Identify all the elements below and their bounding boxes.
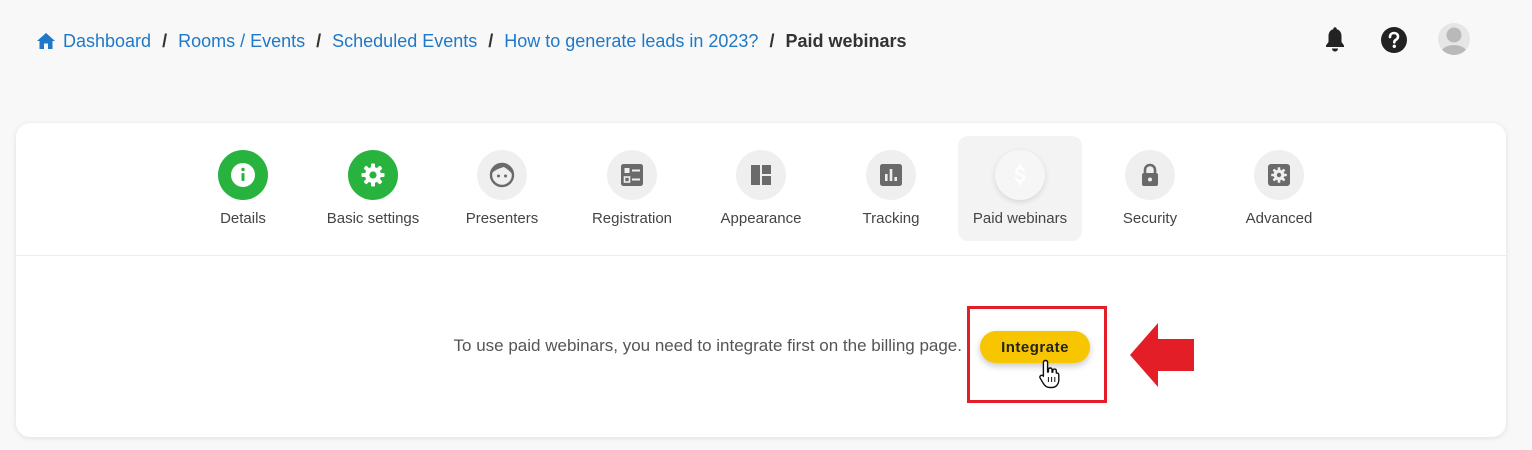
settings-box-icon (1268, 164, 1290, 186)
settings-card: Details Basic settings Presenters Regist… (16, 123, 1506, 437)
tab-presenters[interactable]: Presenters (440, 136, 564, 241)
page: Dashboard / Rooms / Events / Scheduled E… (0, 0, 1532, 450)
tab-label: Advanced (1245, 210, 1313, 227)
breadcrumb: Dashboard / Rooms / Events / Scheduled E… (36, 28, 907, 54)
integration-message: To use paid webinars, you need to integr… (453, 336, 962, 355)
tab-details[interactable]: Details (181, 136, 305, 241)
breadcrumb-separator: / (162, 30, 168, 51)
breadcrumb-dashboard[interactable]: Dashboard (63, 31, 151, 52)
breadcrumb-separator: / (316, 30, 322, 51)
dollar-icon (1014, 164, 1026, 186)
breadcrumb-event[interactable]: How to generate leads in 2023? (504, 31, 758, 52)
face-icon (489, 162, 515, 188)
gear-icon (361, 163, 385, 187)
tab-registration[interactable]: Registration (570, 136, 694, 241)
tab-presenters-circle (477, 150, 527, 200)
tab-registration-circle (607, 150, 657, 200)
tab-tracking[interactable]: Tracking (829, 136, 953, 241)
breadcrumb-rooms-events[interactable]: Rooms / Events (178, 31, 305, 52)
help-icon[interactable] (1380, 26, 1408, 54)
tab-details-circle (218, 150, 268, 200)
tab-tracking-circle (866, 150, 916, 200)
tab-basic-settings[interactable]: Basic settings (311, 136, 435, 241)
chart-icon (880, 164, 902, 186)
home-icon[interactable] (36, 31, 56, 51)
form-icon (621, 164, 643, 186)
layout-icon (751, 165, 771, 185)
breadcrumb-separator: / (769, 30, 775, 51)
tab-basic-settings-circle (348, 150, 398, 200)
tab-appearance[interactable]: Appearance (699, 136, 823, 241)
tab-advanced[interactable]: Advanced (1217, 136, 1341, 241)
lock-icon (1142, 163, 1158, 186)
breadcrumb-separator: / (488, 30, 494, 51)
avatar[interactable] (1437, 22, 1471, 56)
tab-security[interactable]: Security (1088, 136, 1212, 241)
tab-paid-webinars-circle (995, 150, 1045, 200)
settings-tabs: Details Basic settings Presenters Regist… (16, 123, 1506, 256)
breadcrumb-current: Paid webinars (785, 30, 907, 51)
tab-appearance-circle (736, 150, 786, 200)
tab-security-circle (1125, 150, 1175, 200)
tab-paid-webinars[interactable]: Paid webinars (958, 136, 1082, 241)
bell-icon[interactable] (1321, 26, 1349, 54)
tab-advanced-circle (1254, 150, 1304, 200)
annotation-arrow-icon (1130, 323, 1194, 387)
info-icon (231, 163, 255, 187)
breadcrumb-scheduled-events[interactable]: Scheduled Events (332, 31, 477, 52)
hand-cursor-icon (1039, 359, 1060, 389)
